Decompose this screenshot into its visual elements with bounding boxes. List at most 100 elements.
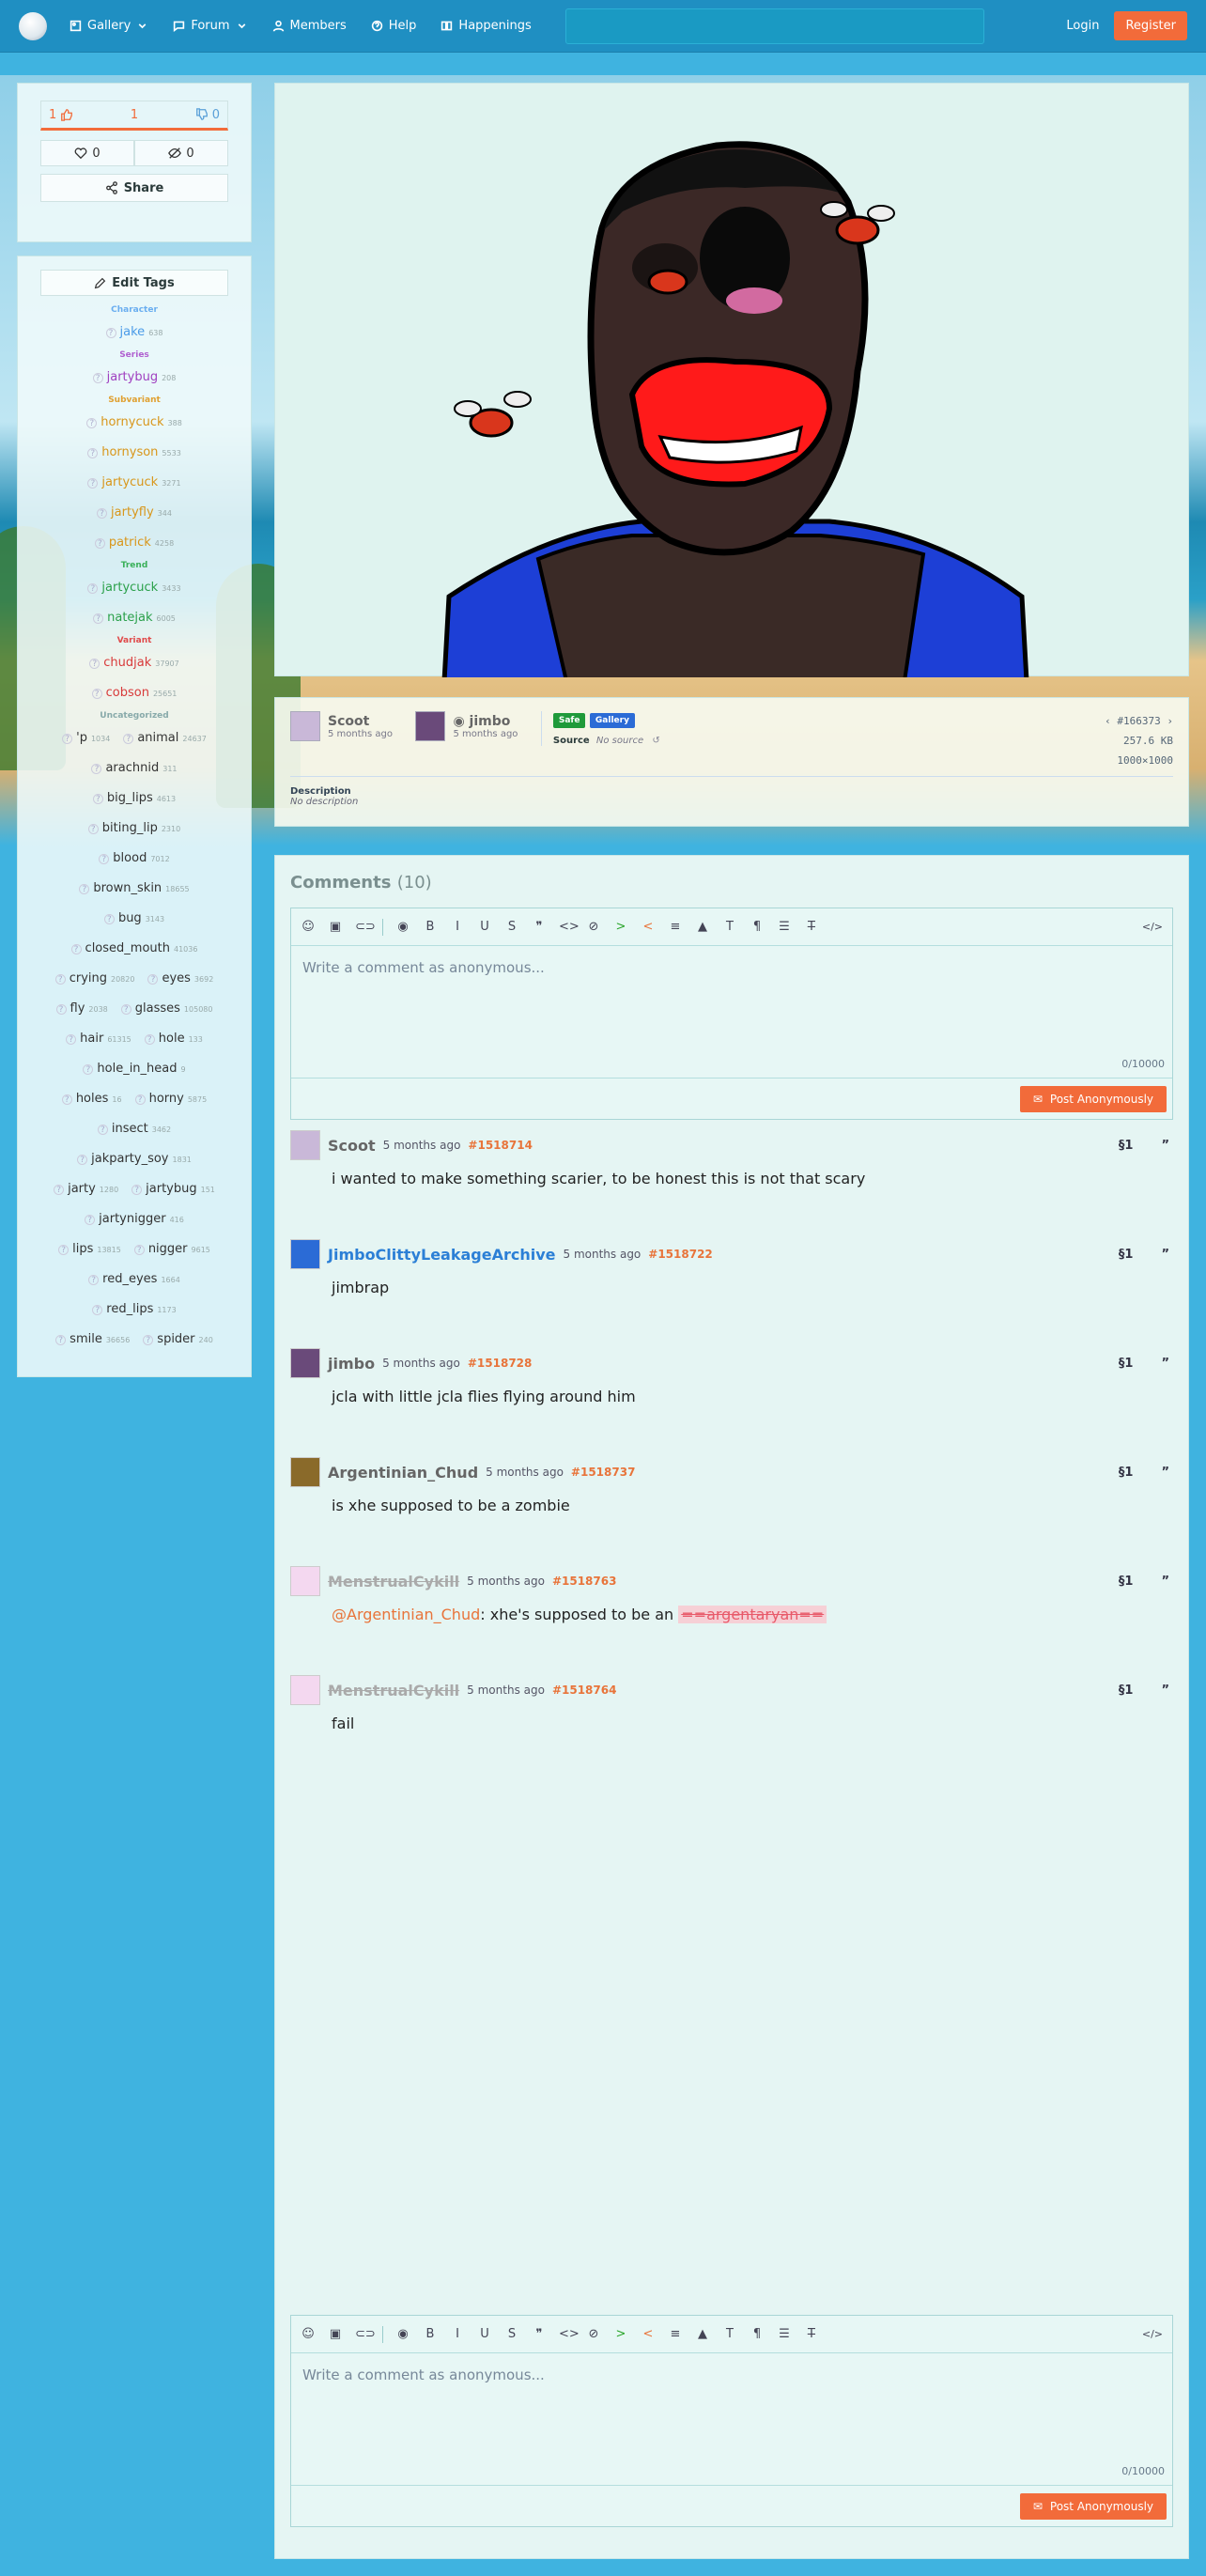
bold-icon[interactable]: B bbox=[423, 920, 438, 934]
rating-badge[interactable]: Safe bbox=[552, 713, 586, 728]
tag-info-icon[interactable]: ? bbox=[94, 538, 105, 549]
tag-info-icon[interactable]: ? bbox=[87, 824, 99, 834]
tag-info-icon[interactable]: ? bbox=[133, 1245, 145, 1255]
tag-info-icon[interactable]: ? bbox=[120, 1004, 131, 1015]
tag-jartyfly[interactable]: ? jartyfly 344 bbox=[97, 505, 172, 520]
edit-tags-button[interactable]: Edit Tags bbox=[40, 270, 228, 296]
tag-eyes[interactable]: ? eyes 3692 bbox=[147, 971, 213, 985]
tag-jartybug[interactable]: ? jartybug 208 bbox=[92, 370, 176, 384]
reference-icon[interactable]: §1 bbox=[1119, 1248, 1134, 1262]
strike-icon[interactable]: S bbox=[504, 2327, 519, 2341]
tag-chudjak[interactable]: ? chudjak 37907 bbox=[89, 656, 179, 670]
tag-info-icon[interactable]: ? bbox=[62, 734, 73, 744]
comment-author[interactable]: Scoot bbox=[328, 1137, 376, 1155]
tag-hornycuck[interactable]: ? hornycuck 388 bbox=[86, 415, 182, 429]
source-view-icon[interactable]: </> bbox=[1142, 921, 1163, 933]
tag-info-icon[interactable]: ? bbox=[83, 1064, 94, 1075]
tag-blood[interactable]: ? blood 7012 bbox=[99, 851, 170, 865]
comment-author[interactable]: MenstrualCykill bbox=[328, 1573, 459, 1591]
tag-info-icon[interactable]: ? bbox=[103, 914, 115, 924]
tag-horny[interactable]: ? horny 5875 bbox=[134, 1092, 207, 1106]
quote-icon[interactable]: ❞ bbox=[532, 920, 547, 934]
tag-info-icon[interactable]: ? bbox=[87, 448, 99, 458]
reference-icon[interactable]: §1 bbox=[1119, 1466, 1134, 1480]
emoji-icon[interactable]: ☺ bbox=[301, 2327, 316, 2341]
tag-info-icon[interactable]: ? bbox=[87, 478, 99, 489]
image-icon[interactable]: ▣ bbox=[328, 2327, 343, 2341]
reference-icon[interactable]: §1 bbox=[1119, 1575, 1134, 1589]
comment-author[interactable]: JimboClittyLeakageArchive bbox=[328, 1246, 556, 1264]
highlight-icon[interactable]: ▲ bbox=[695, 2327, 710, 2341]
tag-arachnid[interactable]: ? arachnid 311 bbox=[91, 761, 178, 775]
nav-forum[interactable]: Forum bbox=[173, 19, 247, 33]
tag-smile[interactable]: ? smile 36656 bbox=[55, 1332, 130, 1346]
comment-id[interactable]: #1518737 bbox=[571, 1466, 636, 1479]
tag-natejak[interactable]: ? natejak 6005 bbox=[93, 611, 176, 625]
tag-info-icon[interactable]: ? bbox=[123, 734, 134, 744]
greentext-icon[interactable]: > bbox=[613, 920, 628, 934]
favorite-button[interactable]: 0 bbox=[40, 140, 134, 166]
upvote-button[interactable]: 1 bbox=[49, 108, 73, 122]
image-icon[interactable]: ▣ bbox=[328, 920, 343, 934]
login-link[interactable]: Login bbox=[1066, 19, 1099, 33]
downvote-button[interactable]: 0 bbox=[195, 108, 220, 122]
site-logo[interactable] bbox=[19, 11, 47, 40]
quote-icon[interactable]: ” bbox=[1161, 1139, 1169, 1153]
align-icon[interactable]: ≡ bbox=[668, 2327, 683, 2341]
tag-hornyson[interactable]: ? hornyson 5533 bbox=[87, 445, 181, 459]
emoji-icon[interactable]: ☺ bbox=[301, 920, 316, 934]
clear-format-icon[interactable]: T̶ bbox=[804, 2327, 819, 2341]
tag-patrick[interactable]: ? patrick 4258 bbox=[94, 535, 174, 550]
tag-red_eyes[interactable]: ? red_eyes 1664 bbox=[88, 1272, 180, 1286]
code-icon[interactable]: <> bbox=[559, 2327, 580, 2341]
text-size-icon[interactable]: T bbox=[722, 2327, 737, 2341]
tag-info-icon[interactable]: ? bbox=[77, 1155, 88, 1165]
tag-info-icon[interactable]: ? bbox=[147, 974, 159, 985]
reference-icon[interactable]: §1 bbox=[1119, 1684, 1134, 1698]
search-input[interactable] bbox=[564, 8, 984, 44]
tag-bug[interactable]: ? bug 3143 bbox=[103, 911, 164, 925]
text-size-icon[interactable]: T bbox=[722, 920, 737, 934]
tag-info-icon[interactable]: ? bbox=[66, 1034, 77, 1045]
quote-icon[interactable]: ” bbox=[1161, 1684, 1169, 1698]
spoiler-text[interactable]: ==argentaryan== bbox=[678, 1606, 827, 1623]
list-icon[interactable]: ☰ bbox=[777, 920, 792, 934]
tag-info-icon[interactable]: ? bbox=[55, 1335, 67, 1345]
tag-jartynigger[interactable]: ? jartynigger 416 bbox=[85, 1212, 184, 1226]
list-icon[interactable]: ☰ bbox=[777, 2327, 792, 2341]
hide-button[interactable]: 0 bbox=[134, 140, 228, 166]
tag-biting_lip[interactable]: ? biting_lip 2310 bbox=[87, 821, 180, 835]
spoiler-icon[interactable]: ⊘ bbox=[586, 2327, 601, 2341]
link-icon[interactable]: ⊂⊃ bbox=[355, 920, 376, 934]
comment-textarea[interactable]: Write a comment as anonymous... 0/10000 bbox=[291, 946, 1172, 1078]
comment-id[interactable]: #1518722 bbox=[648, 1248, 713, 1261]
code-icon[interactable]: <> bbox=[559, 920, 580, 934]
tag-'p[interactable]: ?'p 1034 bbox=[62, 731, 110, 745]
tag-info-icon[interactable]: ? bbox=[105, 328, 116, 338]
tag-info-icon[interactable]: ? bbox=[54, 974, 66, 985]
tag-insect[interactable]: ? insect 3462 bbox=[97, 1122, 171, 1136]
tag-fly[interactable]: ? fly 2038 bbox=[55, 1001, 108, 1016]
quote-icon[interactable]: ” bbox=[1161, 1575, 1169, 1589]
reference-icon[interactable]: §1 bbox=[1119, 1139, 1134, 1153]
tag-info-icon[interactable]: ? bbox=[92, 373, 103, 383]
italic-icon[interactable]: I bbox=[450, 2327, 465, 2341]
tag-info-icon[interactable]: ? bbox=[93, 613, 104, 624]
tag-jarty[interactable]: ? jarty 1280 bbox=[54, 1182, 118, 1196]
reference-icon[interactable]: §1 bbox=[1119, 1357, 1134, 1371]
tag-info-icon[interactable]: ? bbox=[61, 1094, 72, 1105]
avatar[interactable] bbox=[290, 1348, 320, 1378]
pinktext-icon[interactable]: < bbox=[641, 2327, 656, 2341]
tag-info-icon[interactable]: ? bbox=[55, 1004, 67, 1015]
tag-info-icon[interactable]: ? bbox=[91, 689, 102, 699]
italic-icon[interactable]: I bbox=[450, 920, 465, 934]
comment-author[interactable]: Argentinian_Chud bbox=[328, 1464, 478, 1482]
tag-hole_in_head[interactable]: ? hole_in_head 9 bbox=[83, 1062, 186, 1076]
underline-icon[interactable]: U bbox=[477, 920, 492, 934]
tag-info-icon[interactable]: ? bbox=[134, 1094, 146, 1105]
tag-red_lips[interactable]: ? red_lips 1173 bbox=[92, 1302, 177, 1316]
tag-jartycuck[interactable]: ? jartycuck 3271 bbox=[87, 475, 181, 489]
quote-icon[interactable]: ” bbox=[1161, 1357, 1169, 1371]
tag-holes[interactable]: ? holes 16 bbox=[61, 1092, 122, 1106]
register-button[interactable]: Register bbox=[1114, 11, 1187, 40]
